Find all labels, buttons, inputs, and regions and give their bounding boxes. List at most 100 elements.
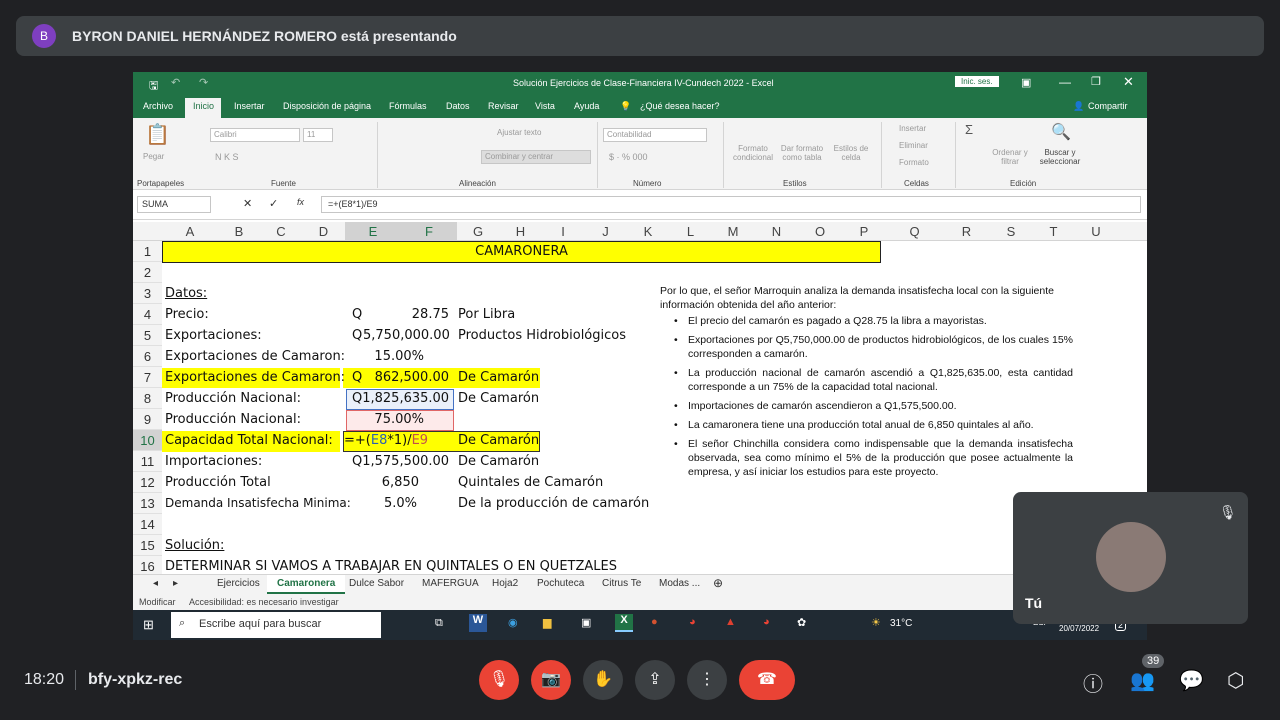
tab-formulas[interactable]: Fórmulas <box>389 101 427 111</box>
acrobat-icon[interactable]: ▲ <box>725 616 736 628</box>
prev-sheet-icon[interactable]: ◂ <box>153 578 158 589</box>
tab-insertar[interactable]: Insertar <box>234 101 265 111</box>
cell-a11[interactable]: Importaciones: <box>165 451 262 472</box>
column-header-h[interactable]: H <box>499 224 542 239</box>
search-icon[interactable]: 🔍 <box>1051 122 1071 142</box>
cell-g7[interactable]: De Camarón <box>458 367 539 388</box>
column-header-i[interactable]: I <box>542 224 584 239</box>
windows-start-icon[interactable]: ⊞ <box>143 617 154 633</box>
name-box[interactable]: SUMA <box>137 196 211 213</box>
sheet-tab-ejercicios[interactable]: Ejercicios <box>217 578 260 589</box>
sheet-tab-modas[interactable]: Modas ... <box>659 578 700 589</box>
cell-e9[interactable]: 75.00% <box>369 409 424 430</box>
cell-a12[interactable]: Producción Total <box>165 472 271 493</box>
cell-e4-q[interactable]: Q <box>352 304 362 325</box>
column-header-p[interactable]: P <box>842 224 886 239</box>
tab-ayuda[interactable]: Ayuda <box>574 101 599 111</box>
tab-inicio[interactable]: Inicio <box>193 101 214 111</box>
cell-e13[interactable]: 5.0% <box>369 493 417 514</box>
column-header-c[interactable]: C <box>260 224 302 239</box>
enter-icon[interactable]: ✓ <box>269 197 278 210</box>
people-icon[interactable]: 👥 <box>1130 668 1155 693</box>
cell-e5[interactable]: 5,750,000.00 <box>363 325 450 346</box>
insert-cells-button[interactable]: Insertar <box>899 124 926 133</box>
number-format-box[interactable]: Contabilidad <box>603 128 707 142</box>
minimize-icon[interactable]: — <box>1059 75 1071 89</box>
cell-g12[interactable]: Quintales de Camarón <box>458 472 603 493</box>
column-header-f[interactable]: F <box>401 222 457 240</box>
powerpoint-icon[interactable]: ● <box>651 616 658 628</box>
ribbon-display-icon[interactable]: ▣ <box>1021 76 1031 89</box>
row-header-10[interactable]: 10 <box>133 430 162 451</box>
next-sheet-icon[interactable]: ▸ <box>173 578 178 589</box>
info-icon[interactable]: ⓘ <box>1083 668 1103 697</box>
edge-icon[interactable]: ◉ <box>508 616 518 629</box>
column-header-n[interactable]: N <box>755 224 798 239</box>
cell-e7-q[interactable]: Q <box>352 367 362 388</box>
delete-cells-button[interactable]: Eliminar <box>899 141 928 150</box>
row-header-7[interactable]: 7 <box>133 367 162 388</box>
sort-filter-button[interactable]: Ordenar y filtrar <box>989 148 1031 166</box>
store-icon[interactable]: ▣ <box>581 616 591 629</box>
cell-styles-button[interactable]: Estilos de celda <box>831 144 871 162</box>
formula-input[interactable]: =+(E8*1)/E9 <box>321 196 1141 213</box>
word-icon[interactable]: W <box>469 614 487 632</box>
add-sheet-icon[interactable]: ⊕ <box>713 576 723 590</box>
conditional-format-button[interactable]: Formato condicional <box>733 144 773 162</box>
row-header-9[interactable]: 9 <box>133 409 162 430</box>
tab-vista[interactable]: Vista <box>535 101 555 111</box>
column-header-m[interactable]: M <box>712 224 754 239</box>
column-header-j[interactable]: J <box>584 224 627 239</box>
tell-me-search[interactable]: ¿Qué desea hacer? <box>640 101 720 111</box>
chrome-icon-2[interactable]: ◕ <box>763 616 770 628</box>
tab-disposicion[interactable]: Disposición de página <box>283 101 371 111</box>
tab-revisar[interactable]: Revisar <box>488 101 519 111</box>
column-header-k[interactable]: K <box>627 224 669 239</box>
column-header-r[interactable]: R <box>943 224 990 239</box>
explorer-icon[interactable]: ▆ <box>543 616 551 629</box>
row-header-8[interactable]: 8 <box>133 388 162 409</box>
column-header-s[interactable]: S <box>990 224 1032 239</box>
row-header-4[interactable]: 4 <box>133 304 162 325</box>
cell-e5-q[interactable]: Q <box>352 325 362 346</box>
cell-g5[interactable]: Productos Hidrobiológicos <box>458 325 626 346</box>
column-header-t[interactable]: T <box>1032 224 1075 239</box>
more-options-button[interactable]: ⋮ <box>687 660 727 700</box>
font-size-box[interactable]: 11 <box>303 128 333 142</box>
cell-e12[interactable]: 6,850 <box>369 472 419 493</box>
app-icon[interactable]: ✿ <box>797 616 806 629</box>
format-cells-button[interactable]: Formato <box>899 158 929 167</box>
column-header-a[interactable]: A <box>162 224 218 239</box>
cell-datos[interactable]: Datos: <box>165 283 207 304</box>
raise-hand-button[interactable]: ✋ <box>583 660 623 700</box>
merge-center-button[interactable]: Combinar y centrar <box>481 150 591 164</box>
column-header-e[interactable]: E <box>345 222 401 240</box>
self-view-tile[interactable]: 🎙 Tú <box>1013 492 1248 624</box>
column-header-l[interactable]: L <box>669 224 712 239</box>
column-header-o[interactable]: O <box>798 224 842 239</box>
cell-camaronera[interactable]: CAMARONERA <box>162 241 881 262</box>
taskbar-search[interactable]: ⌕ Escribe aquí para buscar <box>171 612 381 638</box>
cell-g8[interactable]: De Camarón <box>458 388 539 409</box>
row-header-3[interactable]: 3 <box>133 283 162 304</box>
cell-a5[interactable]: Exportaciones: <box>165 325 262 346</box>
cell-e10-editing[interactable]: =+(E8*1)/E9 <box>344 430 428 451</box>
cell-a6[interactable]: Exportaciones de Camaron: <box>165 346 345 367</box>
row-header-6[interactable]: 6 <box>133 346 162 367</box>
cell-e11[interactable]: Q1,575,500.00 <box>352 451 449 472</box>
row-header-12[interactable]: 12 <box>133 472 162 493</box>
font-name-box[interactable]: Calibri <box>210 128 300 142</box>
paste-label[interactable]: Pegar <box>143 152 164 161</box>
cell-e7[interactable]: 862,500.00 <box>373 367 449 388</box>
signin-button[interactable]: Inic. ses. <box>955 76 999 87</box>
function-icon[interactable]: fx <box>297 197 304 207</box>
row-header-11[interactable]: 11 <box>133 451 162 472</box>
activities-icon[interactable]: ⬡ <box>1227 668 1244 693</box>
row-header-14[interactable]: 14 <box>133 514 162 535</box>
row-header-5[interactable]: 5 <box>133 325 162 346</box>
close-icon[interactable]: ✕ <box>1123 74 1134 90</box>
sheet-tab-dulce-sabor[interactable]: Dulce Sabor <box>349 578 404 589</box>
cell-e4[interactable]: 28.75 <box>383 304 449 325</box>
sheet-tab-mafergua[interactable]: MAFERGUA <box>422 578 479 589</box>
present-button[interactable]: ⇪ <box>635 660 675 700</box>
